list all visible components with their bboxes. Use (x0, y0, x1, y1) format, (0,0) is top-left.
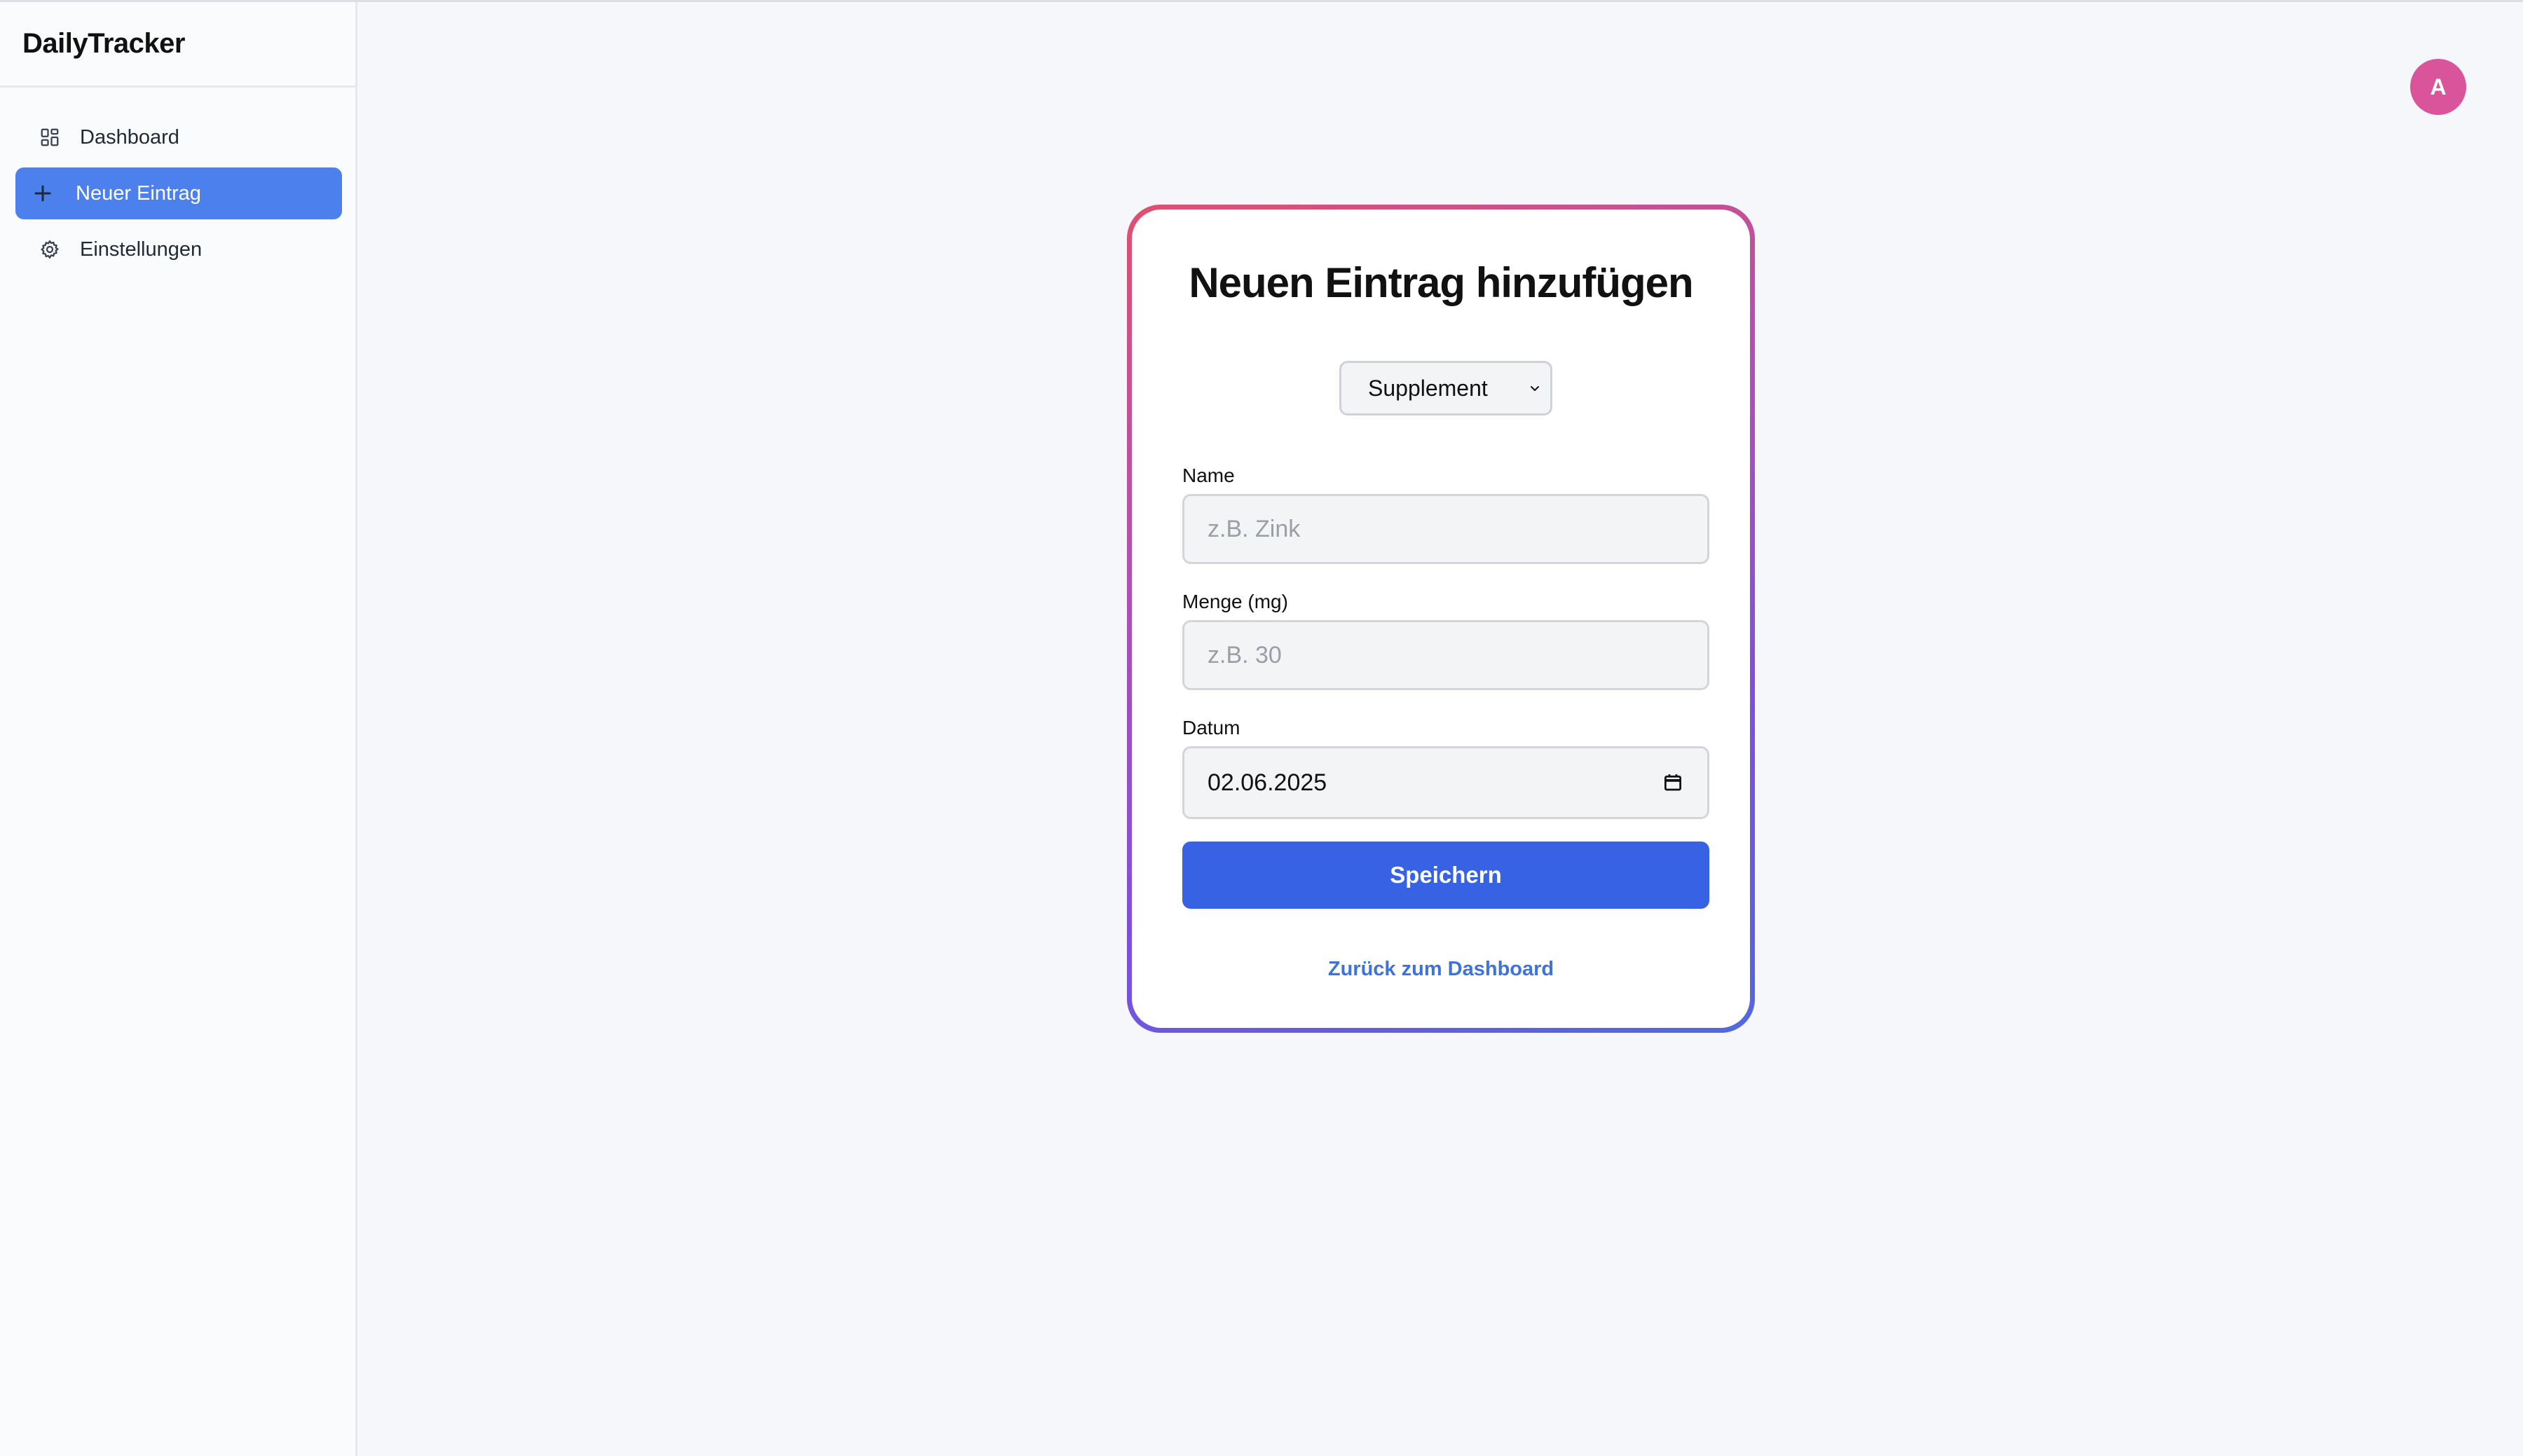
sidebar: DailyTracker Dashboard Neuer Eintrag Ein… (0, 2, 357, 1456)
app-brand: DailyTracker (0, 2, 355, 88)
dashboard-grid-icon (38, 125, 62, 149)
top-border (0, 0, 2523, 2)
amount-placeholder: z.B. 30 (1208, 641, 1282, 668)
plus-icon (31, 181, 55, 205)
date-input[interactable]: 02.06.2025 (1182, 746, 1709, 819)
name-input[interactable]: z.B. Zink (1182, 494, 1709, 564)
sidebar-item-label: Dashboard (80, 125, 179, 149)
amount-label: Menge (mg) (1182, 591, 1288, 612)
user-avatar[interactable]: A (2410, 59, 2466, 115)
amount-input[interactable]: z.B. 30 (1182, 620, 1709, 690)
gear-icon (38, 238, 62, 261)
entry-type-value: Supplement (1368, 375, 1488, 401)
entry-card: Neuen Eintrag hinzufügen Supplement Name… (1127, 205, 1755, 1033)
back-to-dashboard-link[interactable]: Zurück zum Dashboard (1132, 958, 1750, 981)
entry-form: Neuen Eintrag hinzufügen Supplement Name… (1132, 210, 1750, 1028)
name-placeholder: z.B. Zink (1208, 515, 1301, 542)
sidebar-item-label: Einstellungen (80, 238, 203, 261)
sidebar-item-new-entry[interactable]: Neuer Eintrag (15, 167, 342, 219)
name-label: Name (1182, 465, 1235, 486)
sidebar-item-dashboard[interactable]: Dashboard (15, 111, 342, 163)
date-label: Datum (1182, 717, 1240, 739)
save-button[interactable]: Speichern (1182, 842, 1709, 909)
entry-type-select[interactable]: Supplement (1339, 361, 1552, 415)
sidebar-item-label: Neuer Eintrag (76, 181, 201, 205)
calendar-icon[interactable] (1662, 772, 1683, 793)
form-title: Neuen Eintrag hinzufügen (1189, 259, 1693, 306)
chevron-down-icon (1531, 386, 1539, 391)
sidebar-item-settings[interactable]: Einstellungen (15, 224, 342, 275)
date-value: 02.06.2025 (1208, 769, 1327, 796)
